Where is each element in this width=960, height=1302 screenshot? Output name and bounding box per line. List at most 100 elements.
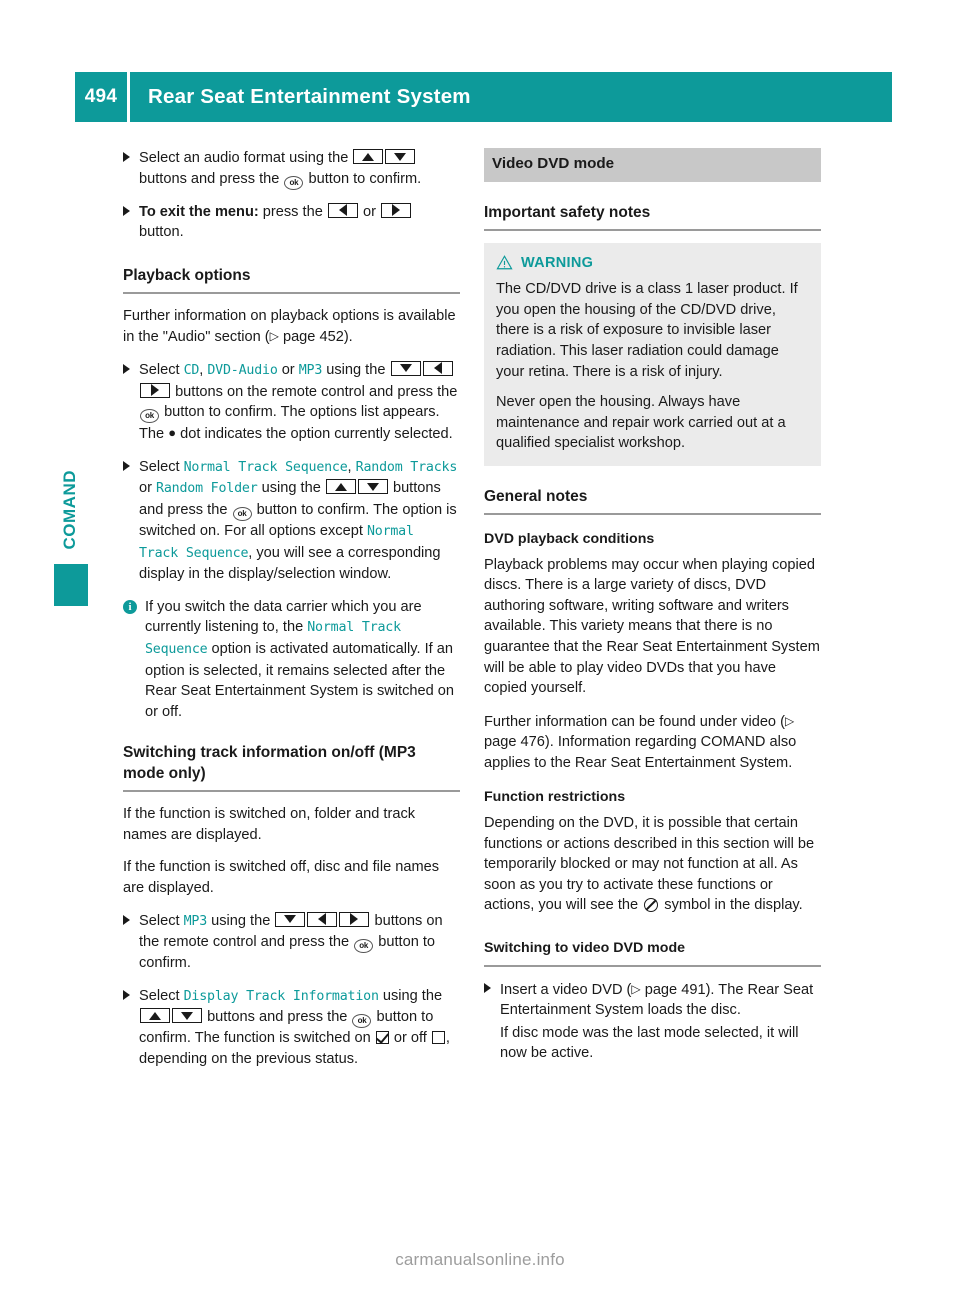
selection-dot-icon: ● bbox=[168, 425, 177, 441]
warning-label: WARNING bbox=[521, 254, 594, 271]
arrow-left-key-icon bbox=[327, 202, 358, 218]
paragraph-disc-mode: If disc mode was the last mode selected,… bbox=[500, 1024, 799, 1062]
step-select-audio-format: Select an audio format using the buttons… bbox=[123, 148, 460, 190]
heading-playback-options: Playback options bbox=[123, 266, 251, 284]
heading-important-safety-notes: Important safety notes bbox=[484, 203, 651, 221]
menu-option-random-tracks: Random Tracks bbox=[355, 459, 458, 475]
menu-option-random-folder: Random Folder bbox=[156, 481, 258, 497]
separator: or bbox=[281, 361, 295, 378]
subheading-switching-to-video-dvd-mode: Switching to video DVD mode bbox=[484, 940, 686, 957]
arrow-up-key-icon bbox=[325, 479, 356, 495]
menu-option-dvd-audio: DVD-Audio bbox=[207, 362, 278, 378]
page-header: 494 Rear Seat Entertainment System bbox=[75, 72, 892, 122]
warning-triangle-icon bbox=[496, 255, 513, 270]
ok-button-icon: ok bbox=[352, 1014, 372, 1029]
paragraph-playback-problems: Playback problems may occur when playing… bbox=[484, 556, 820, 697]
separator: or bbox=[139, 480, 152, 497]
arrow-down-key-icon bbox=[357, 479, 388, 495]
step-text: using the bbox=[382, 987, 443, 1004]
section-band-video-dvd-mode: Video DVD mode bbox=[484, 148, 821, 182]
step-bullet-icon bbox=[123, 460, 130, 471]
paragraph-function-switched-off: If the function is switched off, disc an… bbox=[123, 859, 440, 897]
ok-button-icon: ok bbox=[284, 175, 304, 190]
step-bullet-icon bbox=[123, 989, 130, 1000]
menu-option-mp3: MP3 bbox=[183, 913, 208, 929]
section-tab-marker bbox=[54, 563, 88, 606]
ok-button-icon: ok bbox=[232, 506, 252, 521]
step-text: or bbox=[362, 203, 376, 220]
step-text: Select bbox=[139, 987, 180, 1004]
heading-rule bbox=[484, 512, 821, 515]
arrow-down-key-icon bbox=[275, 911, 306, 927]
page-reference-text: page 476). Information regarding COMAND … bbox=[484, 734, 797, 771]
warning-paragraph-2: Never open the housing. Always have main… bbox=[496, 394, 786, 452]
ok-button-icon: ok bbox=[140, 409, 159, 424]
step-bullet-icon bbox=[123, 205, 130, 216]
info-note-data-carrier: i If you switch the data carrier which y… bbox=[123, 597, 460, 723]
step-select-mp3: Select MP3 using the buttons on the remo… bbox=[123, 911, 460, 974]
page-number: 494 bbox=[84, 86, 118, 107]
step-bullet-icon bbox=[484, 982, 491, 993]
page-reference-icon: ▷ bbox=[784, 713, 795, 728]
info-icon: i bbox=[123, 599, 137, 614]
right-column: Video DVD mode Important safety notes WA… bbox=[484, 148, 821, 1076]
step-text: Insert a video DVD ( bbox=[500, 981, 632, 998]
step-bullet-icon bbox=[123, 914, 130, 925]
step-text: buttons and press the bbox=[139, 170, 280, 187]
step-text: button to confirm. bbox=[308, 170, 422, 187]
step-select-cd-dvd-mp3: Select CD, DVD-Audio or MP3 using the bu… bbox=[123, 360, 460, 445]
page-reference-text: page 491). bbox=[644, 981, 715, 998]
step-bullet-icon bbox=[123, 152, 130, 162]
arrow-down-key-icon bbox=[172, 1008, 202, 1024]
arrow-up-key-icon bbox=[353, 149, 384, 164]
page-reference-icon: ▷ bbox=[631, 981, 641, 996]
step-text: Select bbox=[139, 361, 180, 378]
warning-box: WARNING The CD/DVD drive is a class 1 la… bbox=[484, 242, 821, 466]
paragraph-function-switched-on: If the function is switched on, folder a… bbox=[123, 806, 416, 843]
step-emphasis: To exit the menu: bbox=[139, 203, 259, 220]
step-text: button. bbox=[139, 224, 184, 241]
ok-button-icon: ok bbox=[354, 939, 374, 954]
section-tab-comand: COMAND bbox=[54, 470, 88, 606]
heading-rule bbox=[123, 291, 460, 294]
heading-general-notes: General notes bbox=[484, 487, 588, 505]
step-text: using the bbox=[211, 912, 271, 929]
paragraph-further-information: Further information can be found under v… bbox=[484, 711, 821, 774]
section-tab-label: COMAND bbox=[60, 470, 79, 550]
step-text: Select bbox=[139, 912, 180, 929]
step-text: button to confirm. bbox=[256, 501, 370, 518]
page-title: Rear Seat Entertainment System bbox=[148, 85, 471, 108]
arrow-down-key-icon bbox=[390, 360, 421, 376]
arrow-right-key-icon bbox=[140, 382, 170, 398]
arrow-right-key-icon bbox=[339, 911, 370, 927]
heading-rule bbox=[123, 790, 460, 793]
step-text: press the bbox=[262, 203, 323, 220]
step-insert-video-dvd: Insert a video DVD (▷ page 491). The Rea… bbox=[484, 979, 821, 1021]
arrow-left-key-icon bbox=[422, 360, 453, 376]
checkbox-checked-icon bbox=[375, 1031, 389, 1045]
step-text: or off bbox=[393, 1030, 427, 1047]
step-text: Select bbox=[139, 458, 180, 475]
arrow-down-key-icon bbox=[385, 149, 416, 164]
subheading-function-restrictions: Function restrictions bbox=[484, 789, 626, 806]
checkbox-unchecked-icon bbox=[431, 1031, 445, 1045]
warning-paragraph-1: The CD/DVD drive is a class 1 laser prod… bbox=[496, 281, 798, 380]
menu-option-normal-track-sequence: Normal Track Sequence bbox=[183, 459, 348, 475]
paragraph-text: Further information can be found under v… bbox=[484, 713, 785, 730]
step-bullet-icon bbox=[123, 363, 130, 374]
menu-option-mp3: MP3 bbox=[298, 362, 323, 378]
step-text: buttons on the remote control and press … bbox=[175, 383, 458, 400]
footer-watermark: carmanualsonline.info bbox=[395, 1250, 565, 1269]
separator: , bbox=[199, 361, 204, 378]
paragraph-further-information: Further information on playback options … bbox=[123, 306, 460, 348]
step-display-track-information: Select Display Track Information using t… bbox=[123, 986, 460, 1070]
step-text: Select an audio format using the bbox=[139, 150, 349, 166]
menu-option-cd: CD bbox=[183, 362, 200, 378]
left-column: Select an audio format using the buttons… bbox=[123, 148, 460, 1082]
paragraph-function-restrictions: Depending on the DVD, it is possible tha… bbox=[484, 813, 821, 916]
separator: , bbox=[347, 458, 352, 475]
arrow-left-key-icon bbox=[307, 911, 338, 927]
page-reference-text: page 452). bbox=[282, 329, 353, 346]
arrow-up-key-icon bbox=[140, 1008, 170, 1024]
heading-rule bbox=[484, 964, 821, 967]
